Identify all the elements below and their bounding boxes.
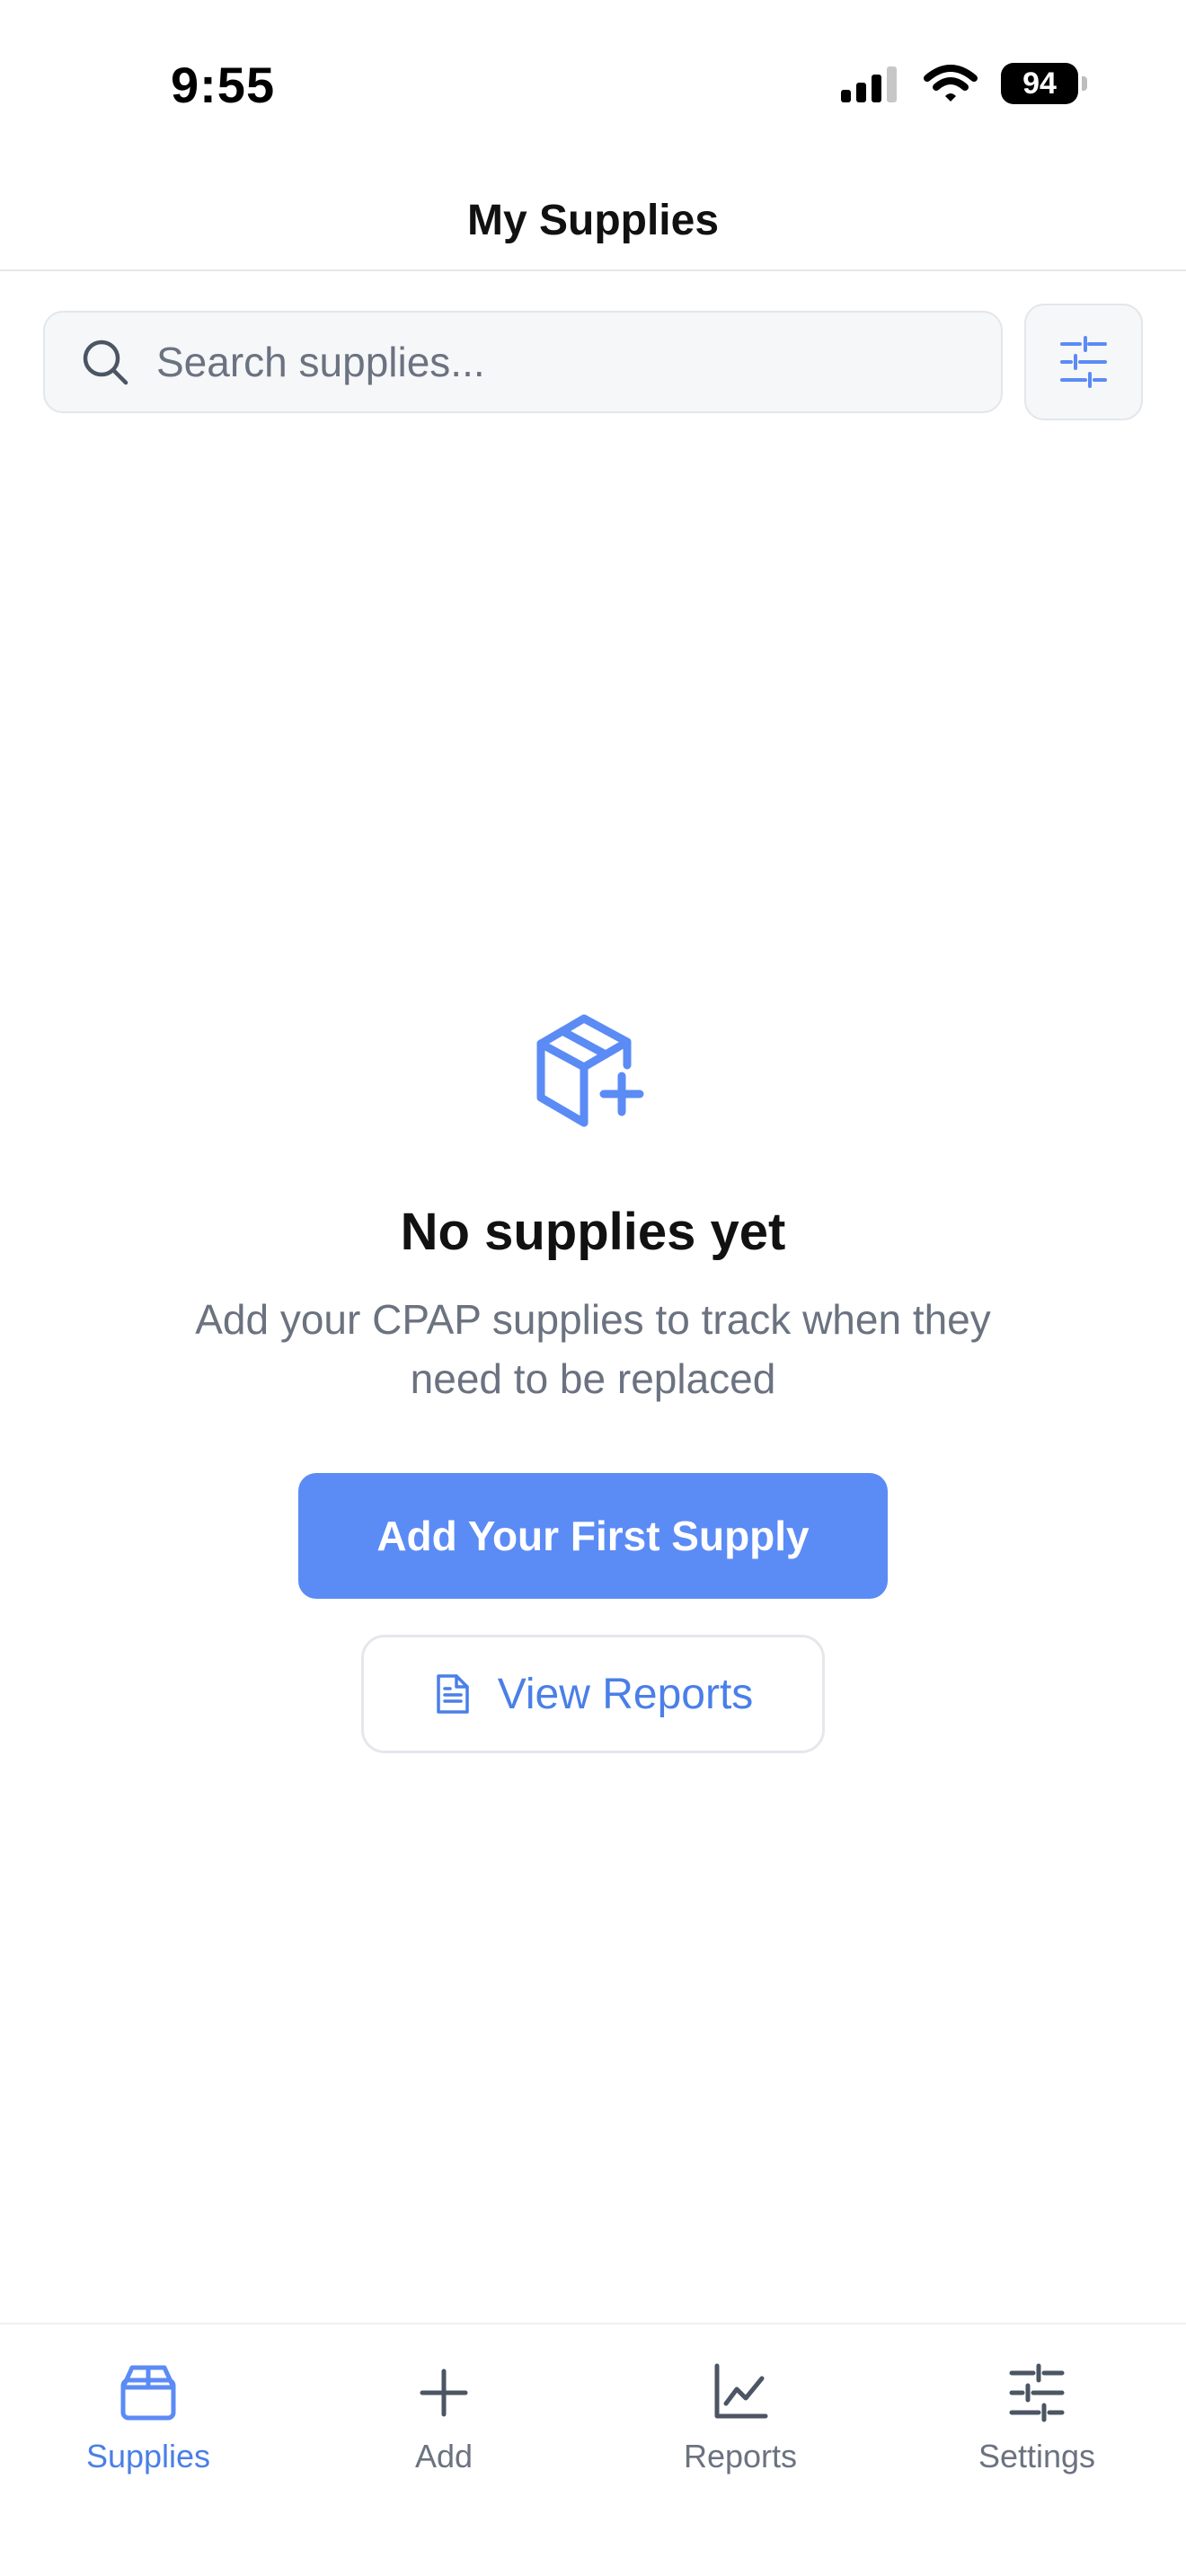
filter-button[interactable] — [1024, 304, 1143, 420]
add-first-supply-button[interactable]: Add Your First Supply — [298, 1473, 888, 1599]
status-bar: 9:55 94 — [0, 0, 1186, 171]
tab-label-supplies: Supplies — [85, 2438, 211, 2475]
sliders-icon — [1060, 336, 1107, 388]
search-bar[interactable] — [43, 311, 1003, 413]
empty-state-title: No supplies yet — [400, 1203, 786, 1261]
package-icon — [120, 2365, 176, 2421]
tab-reports[interactable]: Reports — [633, 2360, 848, 2475]
plus-icon — [420, 2369, 468, 2417]
tab-bar: Supplies Add Reports Settings — [0, 2323, 1186, 2576]
tab-label-add: Add — [414, 2438, 474, 2475]
wifi-icon — [924, 65, 978, 101]
document-icon — [436, 1674, 469, 1714]
page-title: My Supplies — [466, 196, 720, 244]
empty-state-description: Add your CPAP supplies to track when the… — [195, 1296, 991, 1402]
package-plus-icon — [536, 1014, 644, 1127]
line-chart-icon — [714, 2363, 768, 2419]
view-reports-label: View Reports — [497, 1670, 754, 1718]
tab-label-settings: Settings — [978, 2438, 1096, 2475]
sliders-icon — [1009, 2363, 1065, 2422]
cellular-signal-icon — [841, 66, 897, 102]
tab-supplies[interactable]: Supplies — [40, 2360, 256, 2475]
battery-icon: 94 — [1001, 63, 1087, 104]
tab-add[interactable]: Add — [336, 2360, 552, 2475]
nav-header: My Supplies — [0, 171, 1186, 271]
tab-settings[interactable]: Settings — [929, 2360, 1145, 2475]
view-reports-button[interactable]: View Reports — [361, 1635, 825, 1753]
status-time: 9:55 — [171, 57, 276, 113]
tab-label-reports: Reports — [683, 2438, 798, 2475]
status-icons: 94 — [841, 63, 1087, 104]
battery-level: 94 — [1022, 66, 1057, 101]
search-icon — [83, 340, 128, 385]
search-input[interactable] — [156, 338, 965, 386]
